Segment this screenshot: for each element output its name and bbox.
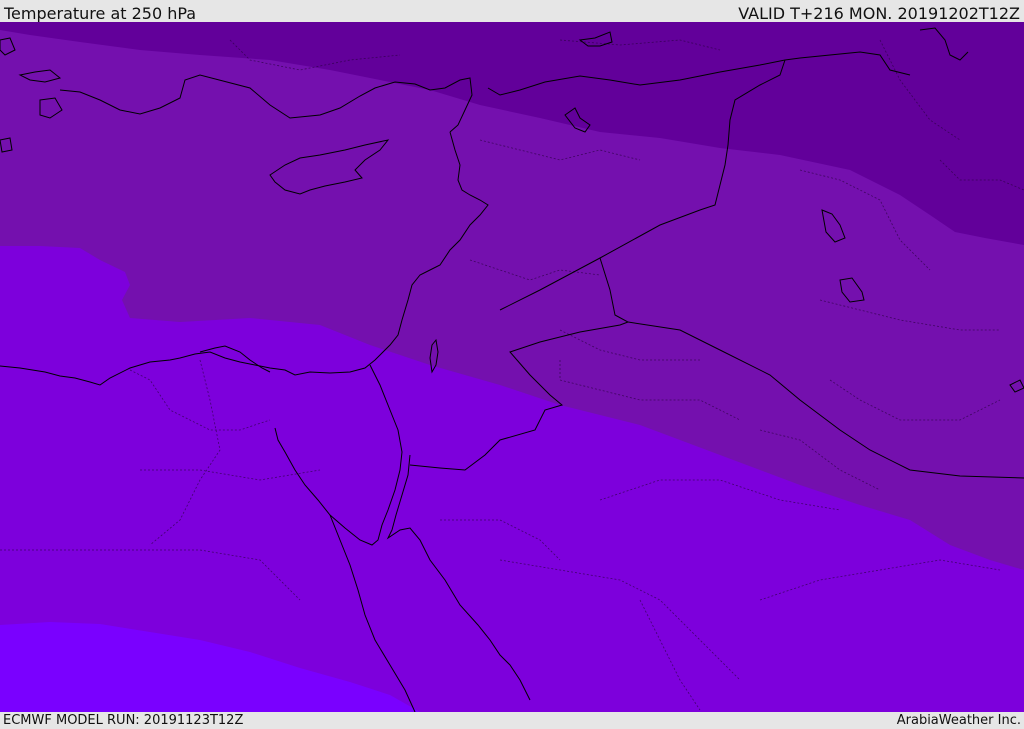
valid-time: VALID T+216 MON. 20191202T12Z xyxy=(738,4,1020,23)
credit-label: ArabiaWeather Inc. xyxy=(896,713,1021,728)
header-bar: Temperature at 250 hPa VALID T+216 MON. … xyxy=(0,0,1024,23)
weather-map[interactable] xyxy=(0,22,1024,712)
model-run-label: ECMWF MODEL RUN: 20191123T12Z xyxy=(3,713,244,728)
chart-title: Temperature at 250 hPa xyxy=(4,4,197,23)
footer-bar: ECMWF MODEL RUN: 20191123T12Z ArabiaWeat… xyxy=(0,712,1024,729)
